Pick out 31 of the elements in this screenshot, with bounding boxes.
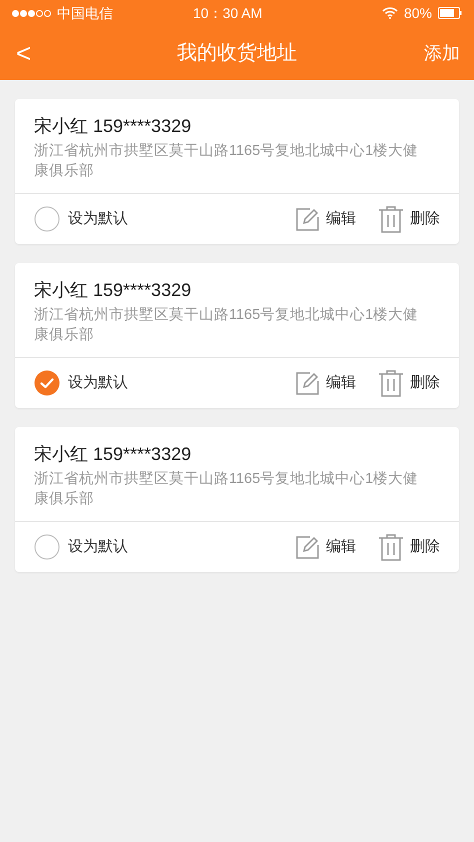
pencil-square-icon xyxy=(295,206,320,232)
page-title: 我的收货地址 xyxy=(177,41,297,66)
address-text: 浙江省杭州市拱墅区莫干山路1165号复地北城中心1楼大健康俱乐部 xyxy=(34,142,420,181)
name-phone: 宋小红 159****3329 xyxy=(34,443,192,466)
pencil-square-icon xyxy=(295,370,320,396)
battery-icon xyxy=(438,7,462,19)
address-text: 浙江省杭州市拱墅区莫干山路1165号复地北城中心1楼大健康俱乐部 xyxy=(34,470,420,509)
radio-icon[interactable] xyxy=(34,206,60,232)
trash-icon xyxy=(378,370,404,396)
radio-icon[interactable] xyxy=(34,534,60,560)
delete-button[interactable]: 删除 xyxy=(378,534,440,560)
trash-icon xyxy=(378,534,404,560)
delete-button[interactable]: 删除 xyxy=(378,206,440,232)
name-phone: 宋小红 159****3329 xyxy=(34,279,192,302)
edit-button[interactable]: 编辑 xyxy=(295,534,356,560)
trash-icon xyxy=(378,206,404,232)
pencil-square-icon xyxy=(295,534,320,560)
set-default-label[interactable]: 设为默认 xyxy=(68,536,128,558)
set-default-label[interactable]: 设为默认 xyxy=(68,208,128,230)
set-default-label[interactable]: 设为默认 xyxy=(68,372,128,394)
name-phone: 宋小红 159****3329 xyxy=(34,115,192,138)
edit-button[interactable]: 编辑 xyxy=(295,370,356,396)
battery-percent: 80% xyxy=(404,4,432,22)
wifi-icon xyxy=(382,7,398,19)
delete-button[interactable]: 删除 xyxy=(378,370,440,396)
edit-button[interactable]: 编辑 xyxy=(295,206,356,232)
checked-radio-icon[interactable] xyxy=(34,370,60,396)
signal-icon xyxy=(12,10,51,16)
status-time: 10：30 AM xyxy=(193,4,262,22)
carrier-name: 中国电信 xyxy=(57,4,113,22)
address-text: 浙江省杭州市拱墅区莫干山路1165号复地北城中心1楼大健康俱乐部 xyxy=(34,306,420,345)
